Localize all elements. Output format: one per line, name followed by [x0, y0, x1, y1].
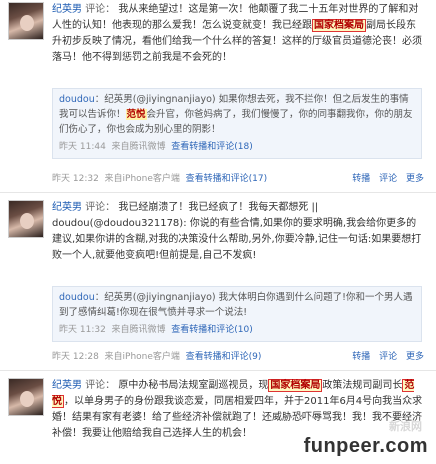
repost-box: doudou：纪英男(@jiyingnanjiayo) 如果你想去死，我不拦你！…	[52, 88, 422, 159]
repost-meta: 昨天 11:32 来自腾讯微博 查看转播和评论(10)	[59, 323, 415, 338]
repost-highlight: 范悦	[125, 109, 147, 120]
post-body-2: 政策法规司副司长	[322, 380, 403, 391]
divider	[0, 370, 436, 371]
repost-source: 来自腾讯微博	[111, 142, 166, 152]
post-body: 我已经崩溃了！我已经疯了！我每天都想死 ||	[118, 202, 319, 213]
post-time: 昨天 12:28	[52, 352, 99, 362]
divider	[0, 192, 436, 193]
post-text: 纪英男 评论： 原中办秘书局法规室副巡视员，现 国家档案局 政策法规司副司长 范悦 ，以…	[52, 378, 424, 442]
post-user[interactable]: 纪英男	[52, 202, 82, 213]
post-time: 昨天 12:32	[52, 174, 99, 184]
repost-time: 昨天 11:44	[59, 142, 106, 152]
post-link[interactable]: 查看转播和评论(17)	[186, 174, 267, 184]
post-source: 来自iPhone客户端	[104, 352, 180, 362]
repost-user[interactable]: doudou	[59, 94, 95, 105]
repost-box: doudou：纪英男(@jiyingnanjiayo) 我大体明白你遇到什么问题…	[52, 286, 422, 342]
repost-meta: 昨天 11:44 来自腾讯微博 查看转播和评论(18)	[59, 140, 415, 155]
avatar[interactable]	[8, 2, 44, 40]
post-actions: 转播 评论 更多	[346, 172, 424, 186]
repost-link[interactable]: 查看转播和评论(10)	[171, 325, 252, 335]
repost-action[interactable]: 转播	[352, 174, 370, 184]
repost-action[interactable]: 转播	[352, 352, 370, 362]
highlight-text: 国家档案局	[312, 19, 366, 32]
watermark: 新浪网	[389, 420, 422, 433]
avatar[interactable]	[8, 378, 44, 416]
post-user[interactable]: 纪英男	[52, 380, 82, 391]
post-body-3: ，以单身男子的身份跟我谈恋爱，同居相爱四年，并于2011年6月4号向我当众求婚！…	[52, 396, 423, 439]
post-text: 纪英男 评论： 我已经崩溃了！我已经疯了！我每天都想死 || doudou(@d…	[52, 200, 424, 264]
post-body: 原中办秘书局法规室副巡视员，现	[118, 380, 269, 391]
comment-prefix: 评论：	[85, 202, 116, 213]
post-link[interactable]: 查看转播和评论(9)	[186, 352, 262, 362]
comment-prefix: 评论：	[85, 4, 116, 15]
post-body-2: doudou(@doudou321178): 你说的有些合情,如果你的要求明确,…	[52, 218, 422, 261]
more-action[interactable]: 更多	[406, 352, 424, 362]
post-meta: 昨天 12:28 来自iPhone客户端 查看转播和评论(9) 转播 评论 更多	[52, 350, 424, 364]
avatar[interactable]	[8, 200, 44, 238]
repost-user[interactable]: doudou	[59, 292, 95, 303]
repost-text: ：纪英男(@jiyingnanjiayo) 我大体明白你遇到什么问题了!你和一个…	[59, 292, 413, 318]
more-action[interactable]: 更多	[406, 174, 424, 184]
comment-action[interactable]: 评论	[379, 174, 397, 184]
post-actions: 转播 评论 更多	[346, 350, 424, 364]
post-meta: 昨天 12:32 来自iPhone客户端 查看转播和评论(17) 转播 评论 更…	[52, 172, 424, 186]
footer-logo: funpeer.com	[303, 435, 428, 457]
post-text: 纪英男 评论： 我从来绝望过！这是第一次！他颠覆了我二十五年对世界的了解和对人性…	[52, 2, 424, 66]
comment-action[interactable]: 评论	[379, 352, 397, 362]
repost-link[interactable]: 查看转播和评论(18)	[171, 142, 252, 152]
post-source: 来自iPhone客户端	[104, 174, 180, 184]
repost-source: 来自腾讯微博	[111, 325, 166, 335]
post-user[interactable]: 纪英男	[52, 4, 82, 15]
highlight-text: 国家档案局	[268, 379, 323, 392]
comment-prefix: 评论：	[85, 380, 116, 391]
repost-time: 昨天 11:32	[59, 325, 106, 335]
